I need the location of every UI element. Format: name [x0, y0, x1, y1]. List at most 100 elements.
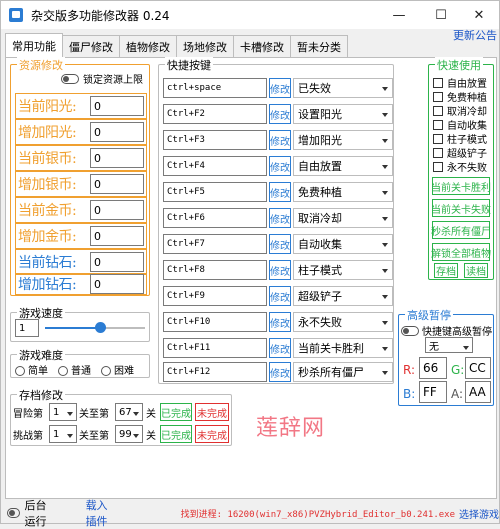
hotkey-input[interactable]: Ctrl+F12: [163, 362, 267, 382]
hotkey-input[interactable]: Ctrl+F10: [163, 312, 267, 332]
hotkey-edit-button[interactable]: 修改: [269, 312, 291, 332]
hotkey-edit-button[interactable]: 修改: [269, 156, 291, 176]
hotkey-action-select[interactable]: 超级铲子: [293, 286, 393, 306]
adventure-undone-button[interactable]: 未完成: [195, 403, 229, 421]
checkbox[interactable]: [433, 119, 443, 130]
quick-check[interactable]: 自由放置: [433, 75, 487, 90]
quick-check[interactable]: 超级铲子: [433, 145, 487, 160]
hotkey-action-select[interactable]: 已失效: [293, 78, 393, 98]
hotkey-action-select[interactable]: 取消冷却: [293, 208, 393, 228]
hotkey-input[interactable]: Ctrl+F6: [163, 208, 267, 228]
hotkey-input[interactable]: Ctrl+F5: [163, 182, 267, 202]
advanced-pause-select[interactable]: 无: [425, 337, 473, 353]
radio[interactable]: [58, 366, 68, 376]
tab-zombie[interactable]: 僵尸修改: [62, 35, 120, 57]
load-plugin-link[interactable]: 载入插件: [86, 497, 115, 529]
toggle-switch[interactable]: [61, 73, 79, 84]
r-input[interactable]: 66: [419, 357, 447, 379]
close-button[interactable]: ✕: [459, 1, 499, 29]
adventure-done-button[interactable]: 已完成: [160, 403, 192, 421]
tab-misc[interactable]: 暂未分类: [290, 35, 348, 57]
quick-check[interactable]: 永不失败: [433, 159, 487, 174]
hotkey-action-select[interactable]: 柱子模式: [293, 260, 393, 280]
checkbox[interactable]: [433, 161, 443, 172]
hotkey-input[interactable]: Ctrl+F11: [163, 338, 267, 358]
hotkey-edit-button[interactable]: 修改: [269, 286, 291, 306]
speed-slider-thumb[interactable]: [95, 322, 106, 333]
checkbox[interactable]: [433, 147, 443, 158]
difficulty-easy[interactable]: 简单: [15, 362, 48, 377]
challenge-from-select[interactable]: 1: [49, 425, 77, 443]
hotkey-input[interactable]: ctrl+space: [163, 78, 267, 98]
hotkey-action-select[interactable]: 秒杀所有僵尸: [293, 362, 393, 382]
hotkey-input[interactable]: Ctrl+F9: [163, 286, 267, 306]
advanced-pause-toggle[interactable]: 快捷键高级暂停: [401, 323, 492, 338]
hotkey-action-select[interactable]: 永不失败: [293, 312, 393, 332]
radio[interactable]: [101, 366, 111, 376]
tab-slot[interactable]: 卡槽修改: [233, 35, 291, 57]
minimize-button[interactable]: —: [379, 1, 419, 29]
hotkey-input[interactable]: Ctrl+F7: [163, 234, 267, 254]
hotkey-action-select[interactable]: 免费种植: [293, 182, 393, 202]
checkbox[interactable]: [433, 91, 443, 102]
resource-input[interactable]: 0: [90, 226, 144, 246]
checkbox[interactable]: [433, 133, 443, 144]
hotkey-action-select[interactable]: 自由放置: [293, 156, 393, 176]
tab-field[interactable]: 场地修改: [176, 35, 234, 57]
hotkey-action-select[interactable]: 当前关卡胜利: [293, 338, 393, 358]
resource-input[interactable]: 0: [90, 252, 144, 272]
hotkey-edit-button[interactable]: 修改: [269, 234, 291, 254]
hotkey-input[interactable]: Ctrl+F2: [163, 104, 267, 124]
hotkey-action-select[interactable]: 设置阳光: [293, 104, 393, 124]
win-level-button[interactable]: 当前关卡胜利: [431, 177, 491, 195]
adventure-from-select[interactable]: 1: [49, 403, 77, 421]
resource-input[interactable]: 0: [90, 122, 144, 142]
radio[interactable]: [15, 366, 25, 376]
hotkey-edit-button[interactable]: 修改: [269, 104, 291, 124]
hotkey-input[interactable]: Ctrl+F8: [163, 260, 267, 280]
checkbox[interactable]: [433, 77, 443, 88]
g-input[interactable]: CC: [465, 357, 491, 379]
b-input[interactable]: FF: [419, 381, 447, 403]
speed-value[interactable]: 1: [15, 319, 39, 337]
load-button[interactable]: 读档: [464, 263, 488, 278]
quick-check[interactable]: 柱子模式: [433, 131, 487, 146]
hotkey-edit-button[interactable]: 修改: [269, 260, 291, 280]
challenge-to-select[interactable]: 99: [115, 425, 143, 443]
hotkey-input[interactable]: Ctrl+F4: [163, 156, 267, 176]
update-link[interactable]: 更新公告: [453, 27, 497, 43]
lose-level-button[interactable]: 当前关卡失败: [431, 199, 491, 217]
checkbox[interactable]: [433, 105, 443, 116]
difficulty-normal[interactable]: 普通: [58, 362, 91, 377]
speed-slider-track[interactable]: [45, 322, 145, 333]
challenge-undone-button[interactable]: 未完成: [195, 425, 229, 443]
quick-check[interactable]: 取消冷却: [433, 103, 487, 118]
resource-input[interactable]: 0: [90, 148, 144, 168]
adventure-to-select[interactable]: 67: [115, 403, 143, 421]
maximize-button[interactable]: ☐: [421, 1, 461, 29]
hotkey-edit-button[interactable]: 修改: [269, 130, 291, 150]
resource-input[interactable]: 0: [90, 200, 144, 220]
quick-check[interactable]: 自动收集: [433, 117, 487, 132]
resource-input[interactable]: 0: [90, 174, 144, 194]
choose-game-link[interactable]: 选择游戏: [459, 506, 499, 521]
resource-input[interactable]: 0: [90, 96, 144, 116]
hotkey-edit-button[interactable]: 修改: [269, 182, 291, 202]
lock-resources-toggle[interactable]: 锁定资源上限: [61, 71, 143, 86]
tab-plant[interactable]: 植物修改: [119, 35, 177, 57]
hotkey-action-select[interactable]: 自动收集: [293, 234, 393, 254]
difficulty-hard[interactable]: 困难: [101, 362, 134, 377]
tab-common[interactable]: 常用功能: [5, 33, 63, 57]
kill-zombies-button[interactable]: 秒杀所有僵尸: [431, 221, 491, 239]
toggle-switch[interactable]: [401, 325, 419, 336]
hotkey-edit-button[interactable]: 修改: [269, 338, 291, 358]
unlock-plants-button[interactable]: 解锁全部植物: [431, 243, 491, 261]
save-button[interactable]: 存档: [434, 263, 458, 278]
a-input[interactable]: AA: [465, 381, 491, 403]
resource-input[interactable]: 0: [90, 274, 144, 294]
challenge-done-button[interactable]: 已完成: [160, 425, 192, 443]
background-run-toggle[interactable]: [7, 508, 20, 518]
hotkey-action-select[interactable]: 增加阳光: [293, 130, 393, 150]
hotkey-edit-button[interactable]: 修改: [269, 78, 291, 98]
hotkey-input[interactable]: Ctrl+F3: [163, 130, 267, 150]
